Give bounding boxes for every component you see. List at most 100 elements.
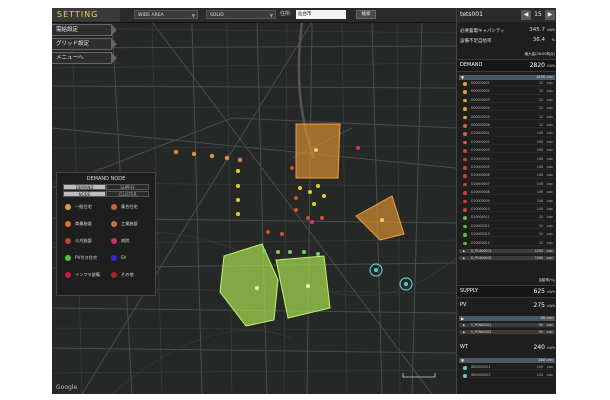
list-item[interactable]: D10000012 10 kWh bbox=[459, 224, 555, 229]
list-item[interactable]: D10000009 100 kWh bbox=[459, 199, 555, 204]
legend-color-icon bbox=[111, 255, 117, 261]
list-item[interactable]: D10000008 100 kWh bbox=[459, 190, 555, 196]
demand-nodes-green bbox=[262, 249, 320, 256]
list-item[interactable]: ▶ D_PCA00002 1260 kWh bbox=[459, 255, 555, 261]
demand-unit: kWh bbox=[547, 64, 555, 68]
expand-icon: ▶ bbox=[463, 249, 466, 253]
list-item[interactable]: D10000013 10 kWh bbox=[459, 232, 555, 238]
side-button-menu[interactable]: メニューへ bbox=[52, 52, 117, 64]
side-button-supply-demand[interactable]: 需給設定 bbox=[52, 24, 117, 36]
list-item[interactable]: W00000001 120 kWh bbox=[459, 365, 555, 371]
shortage-value: 36.4 bbox=[532, 37, 545, 43]
legend-color-icon bbox=[65, 238, 71, 244]
list-item[interactable]: D00000002 12 kWh bbox=[459, 89, 555, 95]
cluster-orange-north[interactable] bbox=[295, 123, 341, 179]
cluster-green-east[interactable] bbox=[275, 255, 331, 319]
list-item-value: 100 bbox=[536, 207, 543, 211]
google-logo: Google bbox=[56, 384, 78, 391]
list-item-value: 10 bbox=[538, 232, 543, 237]
tab-supply[interactable]: SUPPLY bbox=[106, 184, 149, 190]
list-item[interactable]: W00000002 120 kWh bbox=[459, 373, 555, 379]
legend-color-icon bbox=[65, 221, 71, 227]
area-select[interactable]: WIDE AREA ▼ bbox=[134, 10, 198, 19]
list-item[interactable]: D00000005 12 kWh bbox=[459, 115, 555, 120]
legend-item-label: インフラ設備 bbox=[75, 272, 100, 277]
list-item-unit: kWh bbox=[546, 139, 553, 144]
list-item-unit: kWh bbox=[546, 81, 553, 85]
list-item[interactable]: D10000002 100 kWh bbox=[459, 140, 555, 145]
list-item-unit: kWh bbox=[546, 114, 553, 119]
user-name: tets001 bbox=[460, 11, 483, 18]
list-item[interactable]: D10000010 100 kWh bbox=[459, 207, 555, 213]
list-item-value: 10 bbox=[538, 240, 543, 245]
list-item[interactable]: D10000011 10 kWh bbox=[459, 215, 555, 221]
node-color-icon bbox=[463, 90, 467, 94]
shortage-row: 設備不足自給率 36.4 % bbox=[457, 37, 556, 46]
list-item[interactable]: D10000001 100 kWh bbox=[459, 131, 555, 137]
search-button[interactable]: 検索 bbox=[356, 10, 376, 19]
tab-demand[interactable]: DEMAND bbox=[63, 184, 106, 190]
list-item-value: 12 bbox=[538, 114, 543, 119]
list-item-name: D10000014 bbox=[471, 240, 490, 245]
list-item[interactable]: D00000001 12 kWh bbox=[459, 81, 555, 87]
cluster-orange-east[interactable] bbox=[355, 195, 405, 241]
supply-value: 625 bbox=[533, 288, 545, 295]
panel-header: tets001 ◀ 15 ▶ bbox=[457, 8, 556, 22]
location-label: 住所: bbox=[280, 11, 292, 17]
list-item-value: 10 bbox=[538, 215, 543, 220]
legend-tabs-type: DEMAND SUPPLY bbox=[63, 184, 149, 190]
list-item-unit: kWh bbox=[546, 173, 553, 178]
wt-list-header[interactable]: ▼ 240 kWh bbox=[459, 358, 555, 363]
cluster-green-west[interactable] bbox=[219, 243, 279, 327]
node-color-icon bbox=[463, 174, 467, 178]
next-page-button[interactable]: ▶ bbox=[545, 10, 555, 20]
list-item[interactable]: D00000006 12 kWh bbox=[459, 123, 555, 129]
collapse-icon: ▼ bbox=[461, 358, 465, 363]
supply-rate-row: 自給率(%) bbox=[457, 278, 556, 284]
area-select-value: WIDE AREA bbox=[138, 13, 164, 18]
wt-section: WT 240 kWh bbox=[457, 342, 556, 353]
pv-section: PV 275 kWh bbox=[457, 300, 556, 311]
tab-node[interactable]: NODE bbox=[63, 191, 106, 197]
tab-cluster[interactable]: CLUSTER bbox=[106, 191, 149, 197]
location-input[interactable] bbox=[296, 10, 346, 19]
demand-label: DEMAND bbox=[460, 62, 483, 68]
legend-color-icon bbox=[65, 272, 71, 278]
list-item[interactable]: D10000014 10 kWh bbox=[459, 241, 555, 246]
list-item[interactable]: ▶ S_PCN00002 90 kWh bbox=[459, 329, 555, 335]
list-item-value: 1260 bbox=[534, 255, 543, 260]
list-item[interactable]: ▶ D_PCA00001 1260 kWh bbox=[459, 249, 555, 255]
node-color-icon bbox=[463, 374, 467, 378]
setting-title[interactable]: SETTING bbox=[52, 8, 120, 22]
legend-item: EV bbox=[111, 254, 155, 262]
wt-value: 240 bbox=[533, 344, 545, 351]
page-number: 15 bbox=[534, 11, 542, 18]
pv-list-header[interactable]: ▶ 95 kWh bbox=[459, 316, 555, 321]
list-item-name: D10000012 bbox=[471, 223, 490, 228]
list-item[interactable]: D10000006 100 kWh bbox=[459, 173, 555, 179]
list-item-name: D10000002 bbox=[471, 139, 490, 144]
side-button-grid[interactable]: グリッド設定 bbox=[52, 38, 117, 50]
list-item-name: D10000001 bbox=[471, 131, 490, 136]
wind-nodes-cyan[interactable] bbox=[369, 263, 413, 291]
list-item-value: 100 bbox=[536, 181, 543, 186]
list-item-unit: kWh bbox=[546, 123, 553, 127]
list-item[interactable]: D00000004 12 kWh bbox=[459, 106, 555, 112]
demand-list-header[interactable]: ▼ 1535 kWh bbox=[459, 75, 555, 80]
node-color-icon bbox=[463, 132, 467, 136]
right-panel: tets001 ◀ 15 ▶ 必要蓄電キャパシティ 345.7 kWh 設備不足… bbox=[456, 8, 556, 394]
prev-page-button[interactable]: ◀ bbox=[521, 10, 531, 20]
wt-list-unit: kWh bbox=[546, 358, 553, 362]
list-item-unit: kWh bbox=[546, 148, 553, 153]
list-item[interactable]: ▶ S_PCN00001 90 kWh bbox=[459, 323, 555, 329]
legend-item: 公共施設 bbox=[65, 237, 109, 245]
mode-select[interactable]: SOLID ▼ bbox=[206, 10, 276, 19]
list-item-name: D10000003 bbox=[471, 148, 490, 153]
list-item[interactable]: D10000004 100 kWh bbox=[459, 157, 555, 162]
max-demand-label: 最大量(08:00時点) bbox=[524, 52, 555, 56]
list-item[interactable]: D10000003 100 kWh bbox=[459, 148, 555, 154]
list-item[interactable]: D10000007 100 kWh bbox=[459, 182, 555, 187]
list-item[interactable]: D00000003 12 kWh bbox=[459, 98, 555, 103]
list-item[interactable]: D10000005 100 kWh bbox=[459, 165, 555, 171]
legend-color-icon bbox=[111, 272, 117, 278]
